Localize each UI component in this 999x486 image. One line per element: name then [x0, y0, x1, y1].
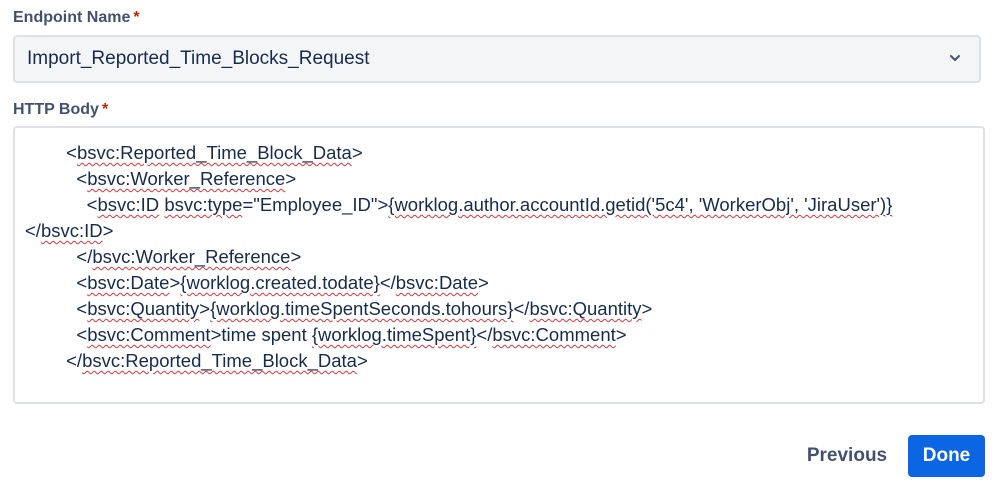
http-body-line: </bsvc:ID> [25, 220, 114, 241]
endpoint-name-label: Endpoint Name * [13, 9, 140, 27]
endpoint-name-select[interactable]: Import_Reported_Time_Blocks_Request [13, 35, 981, 83]
previous-button[interactable]: Previous [797, 435, 897, 477]
http-body-line: </bsvc:Worker_Reference> [25, 246, 302, 267]
chevron-down-icon[interactable] [947, 50, 963, 66]
http-body-line: <bsvc:Date>{worklog.created.todate}</bsv… [25, 272, 489, 293]
http-body-line: <bsvc:Comment>time spent {worklog.timeSp… [25, 324, 627, 345]
required-marker: * [133, 9, 140, 26]
endpoint-name-value: Import_Reported_Time_Blocks_Request [27, 48, 370, 69]
required-marker: * [101, 101, 109, 118]
http-body-line: <bsvc:Reported_Time_Block_Data> [25, 142, 363, 163]
http-body-line: </bsvc:Reported_Time_Block_Data> [25, 350, 368, 371]
done-button[interactable]: Done [908, 435, 985, 477]
http-body-line: <bsvc:ID bsvc:type="Employee_ID">{worklo… [25, 194, 893, 215]
http-body-line: <bsvc:Worker_Reference> [25, 168, 297, 189]
http-body-label: HTTP Body * [13, 101, 108, 119]
endpoint-name-label-text: Endpoint Name [13, 9, 131, 26]
http-body-line: <bsvc:Quantity>{worklog.timeSpentSeconds… [25, 298, 653, 319]
http-body-textarea[interactable]: <bsvc:Reported_Time_Block_Data> <bsvc:Wo… [13, 126, 985, 404]
http-body-label-text: HTTP Body [13, 101, 99, 118]
